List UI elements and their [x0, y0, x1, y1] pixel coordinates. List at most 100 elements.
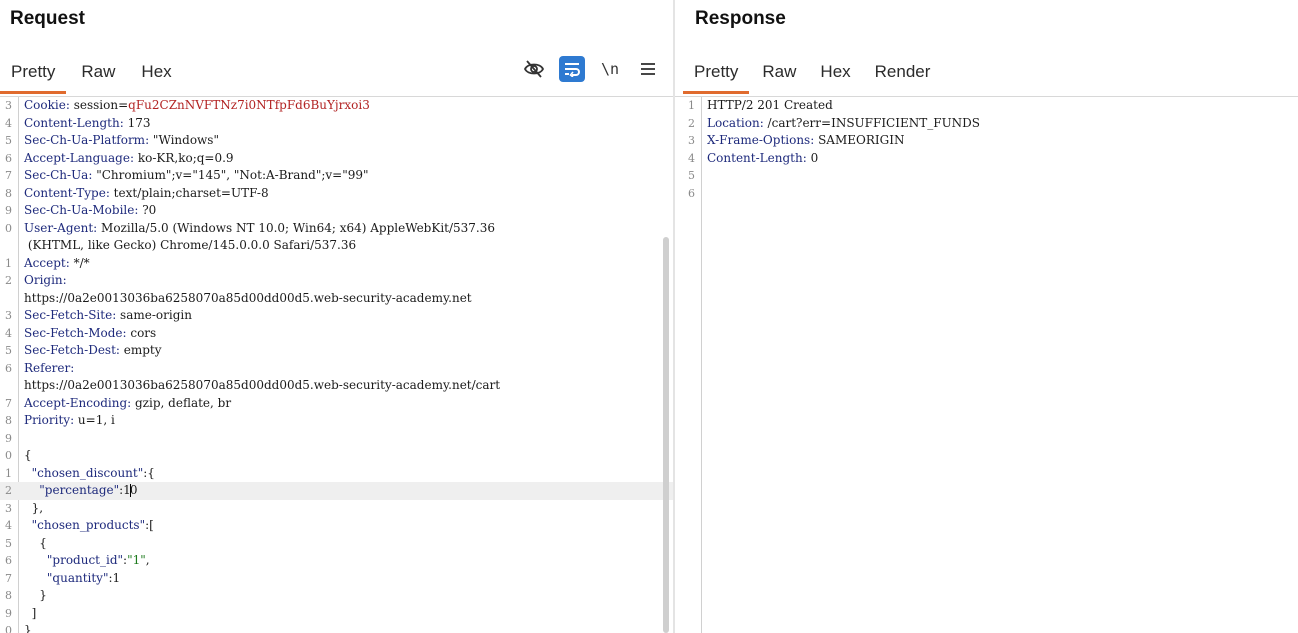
text	[24, 553, 47, 567]
header-value: */*	[69, 255, 90, 270]
text	[24, 483, 39, 497]
response-tab-raw[interactable]: Raw	[751, 60, 807, 94]
line-content: Location: /cart?err=INSUFFICIENT_FUNDS	[707, 115, 980, 133]
request-toolbar: \n	[521, 56, 661, 82]
header-name: Content-Length	[707, 150, 803, 165]
header-name: Sec-Ch-Ua	[24, 168, 89, 182]
line-content: },	[24, 500, 43, 518]
code-line: https://0a2e0013036ba6258070a85d00dd00d5…	[0, 377, 673, 395]
request-tab-raw[interactable]: Raw	[70, 60, 126, 94]
line-content: Sec-Ch-Ua-Mobile: ?0	[24, 202, 156, 220]
code-line: 6 Accept-Language: ko-KR,ko;q=0.9	[0, 150, 673, 168]
response-lines: 1 HTTP/2 201 Created 2 Location: /cart?err=…	[675, 97, 1298, 202]
response-pane: Response Pretty Raw Hex Render 1 HTTP/2 2…	[675, 0, 1298, 633]
code-line: 2 "percentage":10	[0, 482, 673, 500]
line-content: Sec-Fetch-Dest: empty	[24, 342, 162, 360]
line-number: 8	[5, 414, 12, 427]
line-number: 3	[5, 309, 12, 322]
line-content: https://0a2e0013036ba6258070a85d00dd00d5…	[24, 377, 500, 395]
header-name: Origin	[24, 273, 63, 287]
line-number: 9	[5, 606, 12, 620]
code-line: 3 Cookie: session=qFu2CZnNVFTNz7i0NTfpFd6…	[0, 97, 673, 115]
response-editor[interactable]: 1 HTTP/2 201 Created 2 Location: /cart?err=…	[675, 96, 1298, 633]
code-line: 4 Content-Length: 0	[675, 150, 1298, 168]
json-key: "product_id"	[46, 553, 124, 567]
code-line: 8 }	[0, 587, 673, 605]
request-tab-pretty[interactable]: Pretty	[0, 60, 67, 94]
word-wrap-button[interactable]	[559, 56, 585, 82]
header-value: gzip, deflate, br	[131, 395, 232, 410]
line-content: X-Frame-Options: SAMEORIGIN	[707, 132, 904, 150]
json-punct: :1	[108, 570, 121, 585]
header-value: same-origin	[116, 308, 192, 322]
line-number: 8	[5, 186, 12, 200]
header-value: 0	[806, 150, 819, 165]
code-line: 3 X-Frame-Options: SAMEORIGIN	[675, 132, 1298, 150]
line-content: }	[24, 587, 47, 605]
code-line: 7 "quantity":1	[0, 570, 673, 588]
header-name: Sec-Fetch-Mode	[24, 325, 123, 340]
header-value: Mozilla/5.0 (Windows NT 10.0; Win64; x64…	[97, 220, 496, 235]
text: (KHTML, like Gecko) Chrome/145.0.0.0 Saf…	[24, 238, 357, 252]
text	[24, 466, 32, 480]
text: https://0a2e0013036ba6258070a85d00dd00d5…	[24, 290, 472, 305]
code-line: 9	[0, 430, 673, 448]
line-number: 1	[688, 99, 695, 112]
json-key: "quantity"	[46, 570, 109, 585]
line-content: Priority: u=1, i	[24, 412, 115, 430]
header-name: Referer	[24, 360, 71, 375]
line-number: 2	[688, 116, 695, 130]
code-line: 5 {	[0, 535, 673, 553]
line-content: "percentage":10	[24, 482, 137, 500]
line-content: Accept-Encoding: gzip, deflate, br	[24, 395, 231, 413]
request-tabs: Pretty Raw Hex	[0, 60, 187, 94]
line-content: https://0a2e0013036ba6258070a85d00dd00d5…	[24, 290, 472, 308]
code-line: 3 Sec-Fetch-Site: same-origin	[0, 307, 673, 325]
response-tab-pretty[interactable]: Pretty	[683, 60, 750, 94]
header-name: Location	[707, 115, 760, 130]
text: https://0a2e0013036ba6258070a85d00dd00d5…	[24, 378, 501, 392]
json-key: "chosen_products"	[31, 518, 146, 532]
response-tab-hex[interactable]: Hex	[809, 60, 861, 94]
text	[24, 571, 47, 585]
header-value: session=	[69, 98, 129, 112]
code-line: 4 Content-Length: 173	[0, 115, 673, 133]
line-content: Cookie: session=qFu2CZnNVFTNz7i0NTfpFd6B…	[24, 97, 370, 115]
line-content: {	[24, 535, 47, 553]
text: {	[24, 448, 32, 462]
response-tab-render[interactable]: Render	[864, 60, 942, 94]
json-key: "percentage"	[39, 483, 120, 497]
request-scrollbar[interactable]	[663, 237, 669, 633]
line-number: 5	[688, 169, 695, 182]
line-number: 4	[688, 151, 695, 165]
newline-toggle-button[interactable]: \n	[597, 56, 623, 82]
header-name: Priority	[24, 413, 71, 427]
line-number: 1	[5, 466, 12, 480]
code-line: 4 "chosen_products":[	[0, 517, 673, 535]
line-number: 0	[5, 624, 12, 633]
header-name: Cookie	[24, 98, 66, 112]
header-name: Content-Type	[24, 185, 106, 200]
json-key: "chosen_discount"	[31, 465, 144, 480]
code-line: 8 Priority: u=1, i	[0, 412, 673, 430]
line-number: 4	[5, 116, 12, 130]
header-name: X-Frame-Options	[707, 133, 811, 147]
code-line: 9 ]	[0, 605, 673, 623]
code-line: 5 Sec-Fetch-Dest: empty	[0, 342, 673, 360]
line-number: 6	[5, 361, 12, 375]
line-content: "chosen_products":[	[24, 517, 154, 535]
line-number: 6	[5, 151, 12, 165]
code-line: 4 Sec-Fetch-Mode: cors	[0, 325, 673, 343]
line-number: 7	[5, 571, 12, 585]
text: HTTP/2 201 Created	[707, 98, 833, 112]
header-value: /cart?err=INSUFFICIENT_FUNDS	[763, 115, 981, 130]
request-tab-hex[interactable]: Hex	[130, 60, 182, 94]
request-menu-button[interactable]	[635, 56, 661, 82]
hide-button[interactable]	[521, 56, 547, 82]
line-content: Accept-Language: ko-KR,ko;q=0.9	[24, 150, 234, 168]
code-line: 8 Content-Type: text/plain;charset=UTF-8	[0, 185, 673, 203]
code-line: 2 Origin:	[0, 272, 673, 290]
text: {	[24, 535, 47, 550]
code-line: 0 User-Agent: Mozilla/5.0 (Windows NT 10.…	[0, 220, 673, 238]
request-editor[interactable]: 3 Cookie: session=qFu2CZnNVFTNz7i0NTfpFd6…	[0, 96, 673, 633]
